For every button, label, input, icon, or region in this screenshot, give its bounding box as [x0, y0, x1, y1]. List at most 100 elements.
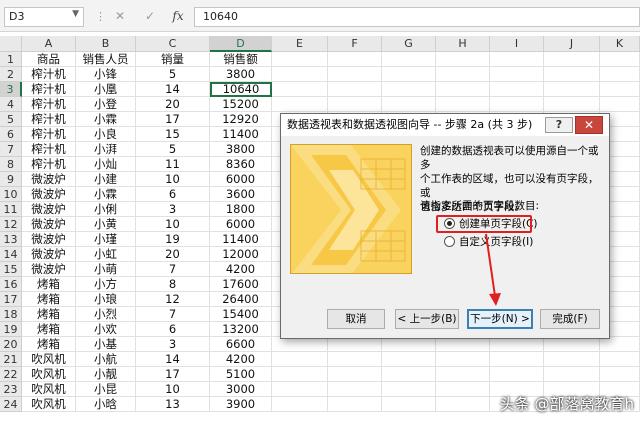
table-cell[interactable] [490, 352, 544, 367]
table-cell[interactable]: 5 [136, 67, 210, 82]
table-cell[interactable]: 微波炉 [22, 202, 76, 217]
row-header[interactable]: 23 [0, 382, 22, 397]
table-cell[interactable] [272, 397, 328, 412]
table-cell[interactable] [382, 367, 436, 382]
table-cell[interactable]: 10 [136, 217, 210, 232]
table-cell[interactable] [328, 52, 382, 67]
table-cell[interactable]: 烤箱 [22, 322, 76, 337]
table-cell[interactable]: 10 [136, 382, 210, 397]
table-cell[interactable] [544, 337, 600, 352]
row-header[interactable]: 12 [0, 217, 22, 232]
table-cell[interactable]: 榨汁机 [22, 157, 76, 172]
column-header-d[interactable]: D [210, 36, 272, 52]
formula-input[interactable]: 10640 [194, 7, 640, 27]
table-cell[interactable]: 小方 [76, 277, 136, 292]
table-cell[interactable] [544, 352, 600, 367]
table-cell[interactable]: 榨汁机 [22, 97, 76, 112]
enter-icon[interactable]: ✓ [142, 8, 158, 24]
table-cell[interactable] [544, 367, 600, 382]
table-cell[interactable]: 吹风机 [22, 382, 76, 397]
table-cell[interactable] [600, 82, 640, 97]
table-cell[interactable] [436, 397, 490, 412]
table-cell[interactable]: 6600 [210, 337, 272, 352]
table-cell[interactable]: 1800 [210, 202, 272, 217]
column-header-k[interactable]: K [600, 36, 640, 52]
next-button[interactable]: 下一步(N) > [467, 309, 533, 329]
table-cell[interactable]: 11 [136, 157, 210, 172]
table-cell[interactable]: 吹风机 [22, 367, 76, 382]
row-header[interactable]: 6 [0, 127, 22, 142]
table-cell[interactable] [436, 82, 490, 97]
table-cell[interactable]: 微波炉 [22, 262, 76, 277]
table-cell[interactable] [272, 352, 328, 367]
table-cell[interactable] [328, 67, 382, 82]
table-cell[interactable]: 17 [136, 112, 210, 127]
table-cell[interactable]: 3 [136, 202, 210, 217]
row-header[interactable]: 10 [0, 187, 22, 202]
table-cell[interactable]: 小俐 [76, 202, 136, 217]
table-cell[interactable]: 15200 [210, 97, 272, 112]
row-header[interactable]: 15 [0, 262, 22, 277]
table-cell[interactable]: 14 [136, 82, 210, 97]
column-header-e[interactable]: E [272, 36, 328, 52]
table-cell[interactable]: 榨汁机 [22, 127, 76, 142]
row-header[interactable]: 21 [0, 352, 22, 367]
table-cell[interactable] [436, 337, 490, 352]
row-header[interactable]: 7 [0, 142, 22, 157]
column-header-b[interactable]: B [76, 36, 136, 52]
table-cell[interactable]: 7 [136, 307, 210, 322]
table-cell[interactable]: 5 [136, 142, 210, 157]
table-cell[interactable]: 6 [136, 322, 210, 337]
table-cell[interactable]: 3000 [210, 382, 272, 397]
table-cell[interactable]: 12000 [210, 247, 272, 262]
table-cell[interactable] [328, 397, 382, 412]
table-cell[interactable] [328, 352, 382, 367]
table-cell[interactable]: 小欢 [76, 322, 136, 337]
table-cell[interactable]: 4200 [210, 262, 272, 277]
table-cell[interactable]: 3800 [210, 67, 272, 82]
table-cell[interactable]: 销售额 [210, 52, 272, 67]
table-cell[interactable] [328, 337, 382, 352]
table-cell[interactable] [328, 382, 382, 397]
table-cell[interactable]: 小烈 [76, 307, 136, 322]
table-cell[interactable]: 14 [136, 352, 210, 367]
table-cell[interactable] [272, 67, 328, 82]
row-header[interactable]: 3 [0, 82, 22, 97]
table-cell[interactable]: 微波炉 [22, 247, 76, 262]
table-cell[interactable]: 4200 [210, 352, 272, 367]
table-cell[interactable]: 小霖 [76, 112, 136, 127]
column-header-j[interactable]: J [544, 36, 600, 52]
finish-button[interactable]: 完成(F) [540, 309, 600, 329]
table-cell[interactable]: 微波炉 [22, 187, 76, 202]
table-cell[interactable]: 13200 [210, 322, 272, 337]
table-cell[interactable]: 榨汁机 [22, 142, 76, 157]
table-cell[interactable]: 吹风机 [22, 352, 76, 367]
table-cell[interactable]: 小瑾 [76, 232, 136, 247]
table-cell[interactable] [272, 367, 328, 382]
table-cell[interactable]: 26400 [210, 292, 272, 307]
table-cell[interactable] [490, 82, 544, 97]
row-header[interactable]: 9 [0, 172, 22, 187]
close-button[interactable]: ✕ [575, 116, 603, 134]
table-cell[interactable] [436, 67, 490, 82]
table-cell[interactable]: 微波炉 [22, 232, 76, 247]
table-cell[interactable]: 10 [136, 172, 210, 187]
chevron-down-icon[interactable]: ▼ [72, 9, 79, 19]
column-header-a[interactable]: A [22, 36, 76, 52]
table-cell[interactable] [272, 97, 328, 112]
table-cell[interactable]: 6 [136, 187, 210, 202]
table-cell[interactable]: 吹风机 [22, 397, 76, 412]
row-header[interactable]: 22 [0, 367, 22, 382]
table-cell[interactable] [600, 52, 640, 67]
table-cell[interactable]: 小灿 [76, 157, 136, 172]
table-cell[interactable]: 商品 [22, 52, 76, 67]
column-header-f[interactable]: F [328, 36, 382, 52]
table-cell[interactable]: 17 [136, 367, 210, 382]
table-cell[interactable] [272, 337, 328, 352]
table-cell[interactable]: 小基 [76, 337, 136, 352]
table-cell[interactable] [272, 382, 328, 397]
column-header-h[interactable]: H [436, 36, 490, 52]
table-cell[interactable]: 3800 [210, 142, 272, 157]
table-cell[interactable]: 小湃 [76, 142, 136, 157]
table-cell[interactable] [600, 352, 640, 367]
